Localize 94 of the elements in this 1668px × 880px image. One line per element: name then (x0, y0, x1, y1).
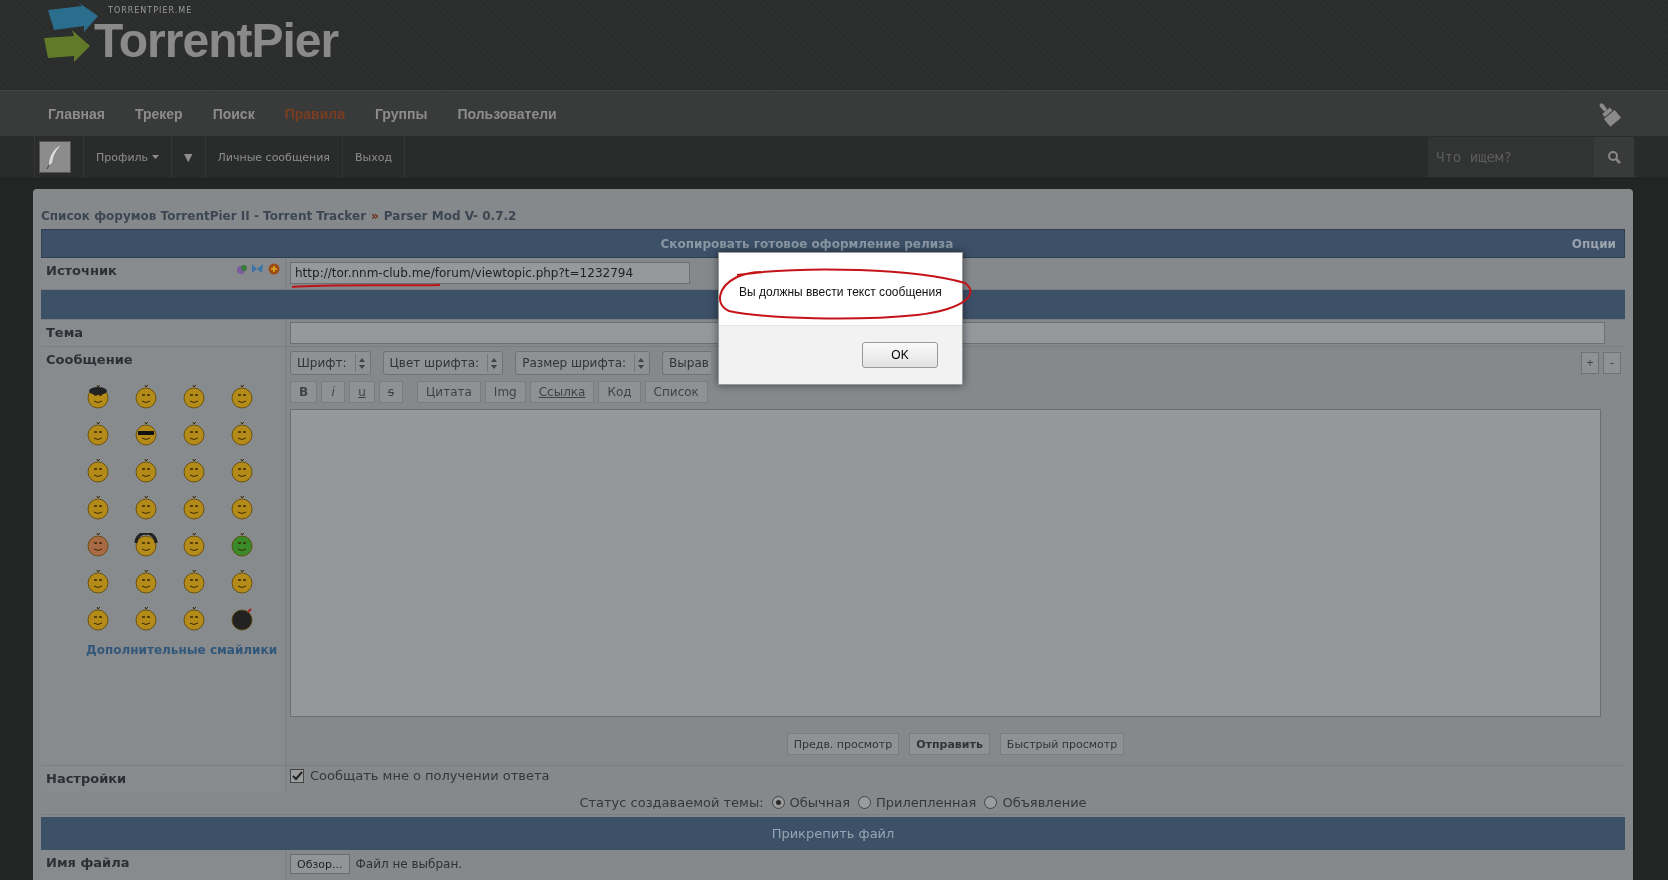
smiley-icon[interactable] (182, 385, 206, 409)
preview-button[interactable]: Быстрый просмотр (999, 733, 1125, 755)
checkbox[interactable] (290, 768, 304, 783)
format-button[interactable]: i (321, 381, 346, 403)
nav-link[interactable]: Поиск (212, 105, 255, 122)
checkmark-icon (291, 770, 303, 781)
ok-button[interactable]: OK (862, 342, 938, 368)
format-button[interactable]: Img (484, 381, 526, 403)
emblem-icon (268, 263, 280, 275)
smiley-icon[interactable] (134, 533, 158, 557)
format-button[interactable]: B (290, 381, 318, 403)
smiley-icon[interactable] (86, 385, 110, 409)
smiley-icon[interactable] (182, 459, 206, 483)
source-url-field[interactable]: http://tor.nnm-club.me/forum/viewtopic.php?t=1232794 (290, 262, 690, 284)
field-label: Тема (46, 325, 84, 340)
smiley-icon[interactable] (86, 496, 110, 520)
more-smilies-link[interactable]: Дополнительные смайлики (86, 643, 278, 657)
smiley-icon[interactable] (182, 570, 206, 594)
spinner-arrows-icon (638, 357, 645, 369)
submit-button[interactable]: Отправить (909, 733, 990, 755)
spinner-arrows-icon (491, 357, 498, 369)
format-button[interactable]: Код (598, 381, 641, 403)
format-button[interactable]: u (349, 381, 375, 403)
dropdown-toggle[interactable]: ▼ (184, 150, 193, 164)
font-select[interactable]: Шрифт: (290, 351, 371, 375)
smiley-icon[interactable] (134, 496, 158, 520)
smiley-icon[interactable] (230, 496, 254, 520)
browse-button[interactable]: Обзор... (290, 854, 350, 874)
search-icon (1607, 150, 1621, 164)
field-label: Имя файла (46, 855, 130, 870)
field-label: Настройки (46, 771, 127, 786)
smiley-icon[interactable] (86, 422, 110, 446)
status-label: Статус создаваемой темы: (579, 795, 764, 810)
field-label: Источник (46, 263, 117, 278)
smiley-icon[interactable] (134, 607, 158, 631)
radio-button[interactable] (771, 796, 785, 809)
attach-header: Прикрепить файл (41, 817, 1625, 850)
user-avatar[interactable] (39, 141, 71, 173)
userbar-link[interactable]: Личные сообщения (217, 150, 330, 164)
breadcrumb-link[interactable]: Parser Mod V- 0.7.2 (383, 209, 517, 223)
smiley-icon[interactable] (230, 533, 254, 557)
smiley-icon[interactable] (230, 570, 254, 594)
nav-link[interactable]: Группы (374, 105, 428, 122)
spinner-arrows-icon (358, 357, 365, 369)
radio-button[interactable] (984, 796, 998, 809)
smiley-icon[interactable] (230, 422, 254, 446)
format-button[interactable]: s (378, 381, 404, 403)
smiley-icon[interactable] (86, 570, 110, 594)
alert-message: Вы должны ввести текст сообщения (739, 285, 942, 299)
profile-menu[interactable]: Профиль (96, 150, 160, 164)
font-select[interactable]: Вырав (662, 351, 711, 375)
smiley-icon[interactable] (134, 385, 158, 409)
nav-link[interactable]: Пользователи (457, 105, 557, 122)
resize-button[interactable]: - (1603, 352, 1621, 374)
smiley-icon[interactable] (86, 533, 110, 557)
nav-link[interactable]: Трекер (134, 105, 183, 122)
smiley-icon[interactable] (230, 459, 254, 483)
field-label: Сообщение (46, 352, 133, 367)
logo-subtitle: TORRENTPIER.ME (108, 6, 194, 16)
smiley-icon[interactable] (86, 607, 110, 631)
smiley-icon[interactable] (134, 422, 158, 446)
userbar-link[interactable]: Выход (355, 150, 393, 164)
smiley-icon[interactable] (134, 459, 158, 483)
breadcrumb-separator: » (371, 209, 379, 223)
flower-icon (235, 263, 247, 275)
nav-link[interactable]: Главная (48, 105, 105, 122)
smiley-icon[interactable] (182, 533, 206, 557)
font-select[interactable]: Цвет шрифта: (382, 351, 504, 375)
butterfly-icon (251, 263, 264, 275)
bomb-icon[interactable] (230, 607, 254, 631)
format-button[interactable]: Список (644, 381, 708, 403)
smiley-icon[interactable] (86, 459, 110, 483)
checkbox-label: Сообщать мне о получении ответа (310, 768, 550, 783)
smiley-icon[interactable] (230, 385, 254, 409)
smiley-icon[interactable] (182, 422, 206, 446)
radio-label: Объявление (1002, 795, 1087, 810)
format-button[interactable]: Цитата (417, 381, 481, 403)
radio-label: Прилепленная (876, 795, 977, 810)
search-button[interactable] (1594, 137, 1634, 177)
caret-icon (152, 155, 160, 159)
resize-button[interactable]: + (1581, 352, 1599, 374)
radio-label: Обычная (789, 795, 850, 810)
smiley-icon[interactable] (182, 496, 206, 520)
format-button[interactable]: Ссылка (529, 381, 595, 403)
radio-button[interactable] (858, 796, 871, 809)
smiley-icon[interactable] (134, 570, 158, 594)
breadcrumb-link[interactable]: Список форумов TorrentPier II - Torrent Tracker (41, 209, 367, 223)
file-status: Файл не выбран. (355, 857, 463, 871)
form-title: Скопировать готовое оформление релиза (659, 236, 955, 251)
smiley-icon[interactable] (182, 607, 206, 631)
options-link[interactable]: Опции (1571, 236, 1624, 251)
preview-button[interactable]: Предв. просмотр (786, 733, 900, 755)
font-select[interactable]: Размер шрифта: (515, 351, 651, 375)
logo-text: TorrentPier (94, 16, 339, 66)
